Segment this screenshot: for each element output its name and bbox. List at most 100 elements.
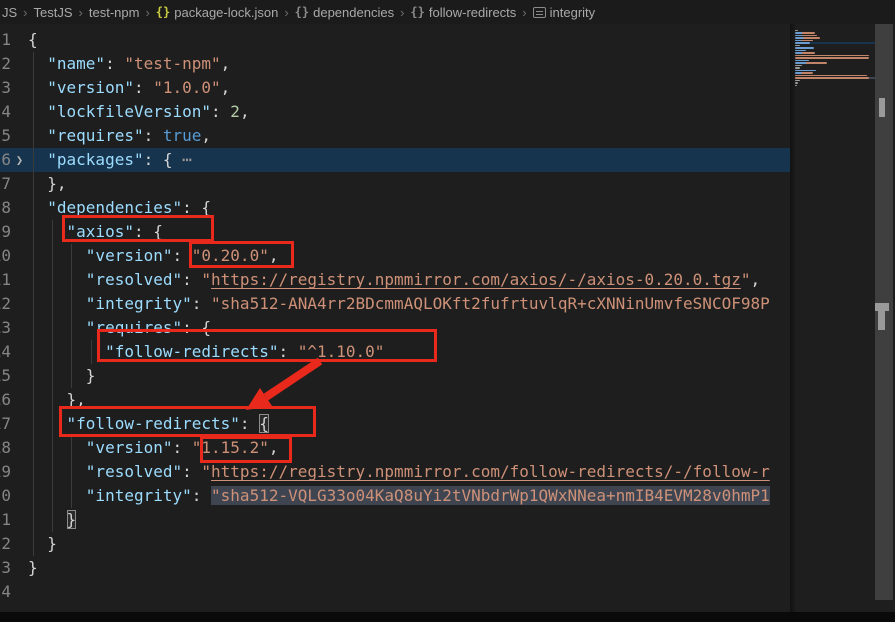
- breadcrumb-separator: ›: [23, 5, 27, 20]
- code-line-10[interactable]: 10 "version": "0.20.0",: [0, 244, 790, 268]
- code-line-6[interactable]: 6❯ "packages": { ⋯: [0, 148, 790, 172]
- code-line-9[interactable]: 9 "axios": {: [0, 220, 790, 244]
- fold-chevron-icon[interactable]: ❯: [11, 148, 28, 172]
- line-number[interactable]: 14: [0, 340, 11, 364]
- code-text: "resolved": "https://registry.npmmirror.…: [28, 268, 760, 292]
- code-line-14[interactable]: 14 "follow-redirects": "^1.10.0": [0, 340, 790, 364]
- breadcrumb-item-test-npm[interactable]: test-npm: [89, 5, 140, 20]
- breadcrumb-item-follow-redirects[interactable]: {}follow-redirects: [410, 5, 516, 20]
- code-line-5[interactable]: 5 "requires": true,: [0, 124, 790, 148]
- line-number[interactable]: 24: [0, 580, 11, 604]
- breadcrumb-item-testjs[interactable]: TestJS: [34, 5, 73, 20]
- code-line-3[interactable]: 3 "version": "1.0.0",: [0, 76, 790, 100]
- line-number[interactable]: 20: [0, 484, 11, 508]
- minimap-line: [795, 55, 875, 56]
- code-text: "resolved": "https://registry.npmmirror.…: [28, 460, 770, 484]
- bottom-edge: [0, 612, 895, 622]
- code-line-19[interactable]: 19 "resolved": "https://registry.npmmirr…: [0, 460, 790, 484]
- code-line-15[interactable]: 15 }: [0, 364, 790, 388]
- scrollbar-decoration: [878, 311, 885, 330]
- code-line-2[interactable]: 2 "name": "test-npm",: [0, 52, 790, 76]
- fold-column: [11, 484, 28, 508]
- vertical-scrollbar[interactable]: [875, 24, 893, 600]
- minimap-line: [795, 45, 875, 46]
- line-number[interactable]: 4: [0, 100, 11, 124]
- code-line-22[interactable]: 22 }: [0, 532, 790, 556]
- breadcrumb-label: test-npm: [89, 5, 140, 20]
- breadcrumb-label: integrity: [550, 5, 596, 20]
- minimap-line: [795, 82, 875, 83]
- line-number[interactable]: 22: [0, 532, 11, 556]
- fold-column: [11, 220, 28, 244]
- breadcrumb-separator: ›: [145, 5, 149, 20]
- line-number[interactable]: 11: [0, 268, 11, 292]
- line-number[interactable]: 13: [0, 316, 11, 340]
- line-number[interactable]: 3: [0, 76, 11, 100]
- line-number[interactable]: 19: [0, 460, 11, 484]
- code-line-23[interactable]: 23}: [0, 556, 790, 580]
- code-text: },: [28, 172, 67, 196]
- line-number[interactable]: 5: [0, 124, 11, 148]
- line-number[interactable]: 18: [0, 436, 11, 460]
- breadcrumb-item-dependencies[interactable]: {}dependencies: [295, 5, 394, 20]
- code-text: "integrity": "sha512-ANA4rr2BDcmmAQLOKft…: [28, 292, 770, 316]
- fold-column: [11, 52, 28, 76]
- editor[interactable]: 1{2 "name": "test-npm",3 "version": "1.0…: [0, 24, 790, 612]
- line-number[interactable]: 12: [0, 292, 11, 316]
- line-number[interactable]: 17: [0, 412, 11, 436]
- code-line-16[interactable]: 16 },: [0, 388, 790, 412]
- minimap-line: [795, 52, 875, 53]
- code-line-13[interactable]: 13 "requires": {: [0, 316, 790, 340]
- code-text: "requires": {: [28, 316, 211, 340]
- code-line-4[interactable]: 4 "lockfileVersion": 2,: [0, 100, 790, 124]
- line-number[interactable]: 16: [0, 388, 11, 412]
- code-line-20[interactable]: 20 "integrity": "sha512-VQLG33o04KaQ8uYi…: [0, 484, 790, 508]
- fold-column: [11, 532, 28, 556]
- line-number[interactable]: 15: [0, 364, 11, 388]
- code-text: }: [28, 508, 76, 532]
- breadcrumb-label: JS: [2, 5, 17, 20]
- fold-column: [11, 580, 28, 604]
- breadcrumb-item-integrity[interactable]: integrity: [533, 5, 596, 20]
- symbol-field-icon: [533, 7, 546, 18]
- breadcrumb-label: follow-redirects: [429, 5, 516, 20]
- scrollbar-decoration: [879, 98, 885, 117]
- minimap-line: [795, 77, 875, 78]
- line-number[interactable]: 21: [0, 508, 11, 532]
- fold-column: [11, 268, 28, 292]
- fold-column: [11, 388, 28, 412]
- minimap-code: [790, 30, 875, 87]
- line-number[interactable]: 1: [0, 28, 11, 52]
- line-number[interactable]: 10: [0, 244, 11, 268]
- line-number[interactable]: 8: [0, 196, 11, 220]
- code-text: "lockfileVersion": 2,: [28, 100, 250, 124]
- minimap-line: [795, 30, 875, 31]
- code-line-7[interactable]: 7 },: [0, 172, 790, 196]
- minimap-line: [795, 42, 875, 43]
- minimap-line: [795, 80, 875, 81]
- code-line-8[interactable]: 8 "dependencies": {: [0, 196, 790, 220]
- breadcrumb-label: dependencies: [313, 5, 394, 20]
- breadcrumb-item-package-lock-json[interactable]: {}package-lock.json: [156, 5, 279, 20]
- code-text: "requires": true,: [28, 124, 211, 148]
- line-number[interactable]: 6: [0, 148, 11, 172]
- line-number[interactable]: 2: [0, 52, 11, 76]
- code-line-24[interactable]: 24: [0, 580, 790, 604]
- code-line-12[interactable]: 12 "integrity": "sha512-ANA4rr2BDcmmAQLO…: [0, 292, 790, 316]
- code-line-17[interactable]: 17 "follow-redirects": {: [0, 412, 790, 436]
- line-number[interactable]: 7: [0, 172, 11, 196]
- minimap-line: [795, 70, 875, 71]
- code-line-18[interactable]: 18 "version": "1.15.2",: [0, 436, 790, 460]
- code-text: }: [28, 556, 38, 580]
- breadcrumb-item-js[interactable]: JS: [2, 5, 17, 20]
- fold-column: [11, 316, 28, 340]
- code-line-1[interactable]: 1{: [0, 28, 790, 52]
- line-number[interactable]: 23: [0, 556, 11, 580]
- fold-column: [11, 76, 28, 100]
- fold-column: [11, 172, 28, 196]
- code-line-21[interactable]: 21 }: [0, 508, 790, 532]
- minimap[interactable]: [790, 24, 875, 612]
- line-number[interactable]: 9: [0, 220, 11, 244]
- breadcrumb-label: package-lock.json: [174, 5, 278, 20]
- code-line-11[interactable]: 11 "resolved": "https://registry.npmmirr…: [0, 268, 790, 292]
